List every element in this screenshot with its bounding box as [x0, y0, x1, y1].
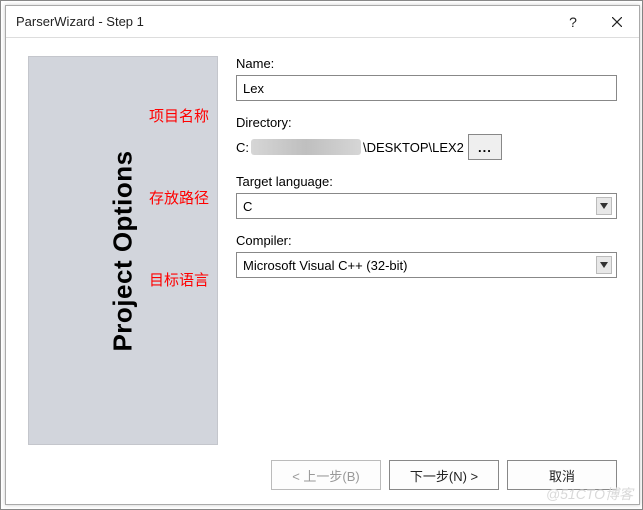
- button-row: < 上一步(B) 下一步(N) > 取消: [28, 445, 617, 494]
- watermark: @51CTO博客: [546, 484, 633, 504]
- back-button-label: < 上一步(B): [292, 466, 360, 485]
- annotation-language: 目标语言: [149, 269, 209, 290]
- compiler-label: Compiler:: [236, 233, 617, 248]
- next-button[interactable]: 下一步(N) >: [389, 460, 499, 490]
- back-button: < 上一步(B): [271, 460, 381, 490]
- cancel-button-label: 取消: [549, 466, 575, 485]
- name-input[interactable]: [236, 75, 617, 101]
- annotation-directory: 存放路径: [149, 187, 209, 208]
- window-title: ParserWizard - Step 1: [16, 14, 551, 29]
- directory-suffix: \DESKTOP\LEX2: [363, 140, 464, 155]
- language-select[interactable]: C: [236, 193, 617, 219]
- close-button[interactable]: [595, 6, 639, 38]
- ellipsis-icon: ...: [478, 140, 492, 155]
- chevron-down-icon: [596, 256, 612, 274]
- annotation-name: 项目名称: [149, 105, 209, 126]
- close-icon: [612, 17, 622, 27]
- compiler-value: Microsoft Visual C++ (32-bit): [243, 258, 408, 273]
- form-column: Name: Directory: C: \DESKTOP\LEX2 ...: [236, 56, 617, 445]
- language-value: C: [243, 199, 252, 214]
- browse-button[interactable]: ...: [468, 134, 502, 160]
- name-label: Name:: [236, 56, 617, 71]
- directory-prefix: C:: [236, 140, 249, 155]
- sidebar-title: Project Options: [108, 150, 139, 351]
- field-directory: Directory: C: \DESKTOP\LEX2 ...: [236, 115, 617, 160]
- field-name: Name:: [236, 56, 617, 101]
- compiler-select[interactable]: Microsoft Visual C++ (32-bit): [236, 252, 617, 278]
- redacted-segment: [251, 139, 361, 155]
- field-language: Target language: C: [236, 174, 617, 219]
- titlebar: ParserWizard - Step 1 ?: [6, 6, 639, 38]
- chevron-down-icon: [596, 197, 612, 215]
- dialog-window: ParserWizard - Step 1 ? Project Options …: [5, 5, 640, 505]
- next-button-label: 下一步(N) >: [410, 466, 478, 485]
- language-label: Target language:: [236, 174, 617, 189]
- content-area: Project Options 项目名称 存放路径 目标语言 Name: Dir…: [6, 38, 639, 504]
- directory-input[interactable]: C: \DESKTOP\LEX2: [236, 134, 464, 160]
- directory-label: Directory:: [236, 115, 617, 130]
- sidebar: Project Options 项目名称 存放路径 目标语言: [28, 56, 218, 445]
- help-button[interactable]: ?: [551, 6, 595, 38]
- help-icon: ?: [569, 14, 577, 30]
- field-compiler: Compiler: Microsoft Visual C++ (32-bit): [236, 233, 617, 278]
